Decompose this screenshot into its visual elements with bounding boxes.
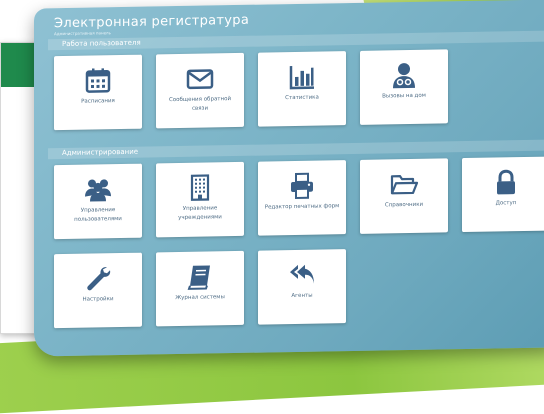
tile-system-log[interactable]: Журнал системы: [156, 251, 244, 327]
tile-dictionaries[interactable]: Справочники: [360, 158, 448, 234]
users-icon: [83, 174, 113, 205]
tile-settings[interactable]: Настройки: [54, 253, 142, 329]
tile-label: Редактор печатных форм: [258, 200, 346, 215]
bar-chart-icon: [287, 62, 317, 93]
tile-access[interactable]: Доступ: [462, 157, 544, 233]
tile-label: Агенты: [258, 289, 346, 304]
tile-print-editor[interactable]: Редактор печатных форм: [258, 160, 346, 236]
tile-label: Журнал системы: [156, 291, 244, 306]
tile-label: Статистика: [258, 91, 346, 106]
tile-label: Сообщения обратной связи: [156, 93, 244, 117]
tile-institutions[interactable]: Управление учреждениями: [156, 162, 244, 238]
tile-agents[interactable]: Агенты: [258, 249, 346, 325]
tile-schedule[interactable]: Расписания: [54, 55, 142, 131]
wrench-icon: [83, 263, 113, 294]
tile-label: Управление учреждениями: [156, 202, 244, 226]
tile-home-visit[interactable]: Вызовы на дом: [360, 49, 448, 125]
tile-label: Настройки: [54, 293, 142, 308]
tile-feedback[interactable]: Сообщения обратной связи: [156, 53, 244, 129]
section-title-administration: Администрирование: [48, 139, 544, 159]
tile-users[interactable]: Управление пользователями: [54, 164, 142, 240]
reply-all-icon: [287, 260, 317, 291]
printer-icon: [287, 171, 317, 202]
section-title-user-work: Работа пользователя: [48, 30, 544, 50]
doctor-icon: [389, 60, 419, 91]
folder-icon: [389, 169, 419, 200]
tile-label: Доступ: [462, 197, 544, 212]
tile-label: Управление пользователями: [54, 204, 142, 228]
envelope-icon: [185, 63, 215, 94]
building-icon: [185, 172, 215, 203]
book-icon: [185, 261, 215, 292]
tile-stats[interactable]: Статистика: [258, 51, 346, 127]
app-title: Электронная регистратура: [54, 13, 249, 31]
calendar-icon: [83, 65, 113, 96]
app-subtitle: Административная панель: [54, 30, 111, 36]
tile-label: Справочники: [360, 198, 448, 213]
lock-icon: [491, 167, 521, 198]
tile-label: Вызовы на дом: [360, 89, 448, 104]
admin-panel: Электронная регистратура Административна…: [34, 0, 544, 357]
tile-label: Расписания: [54, 95, 142, 110]
